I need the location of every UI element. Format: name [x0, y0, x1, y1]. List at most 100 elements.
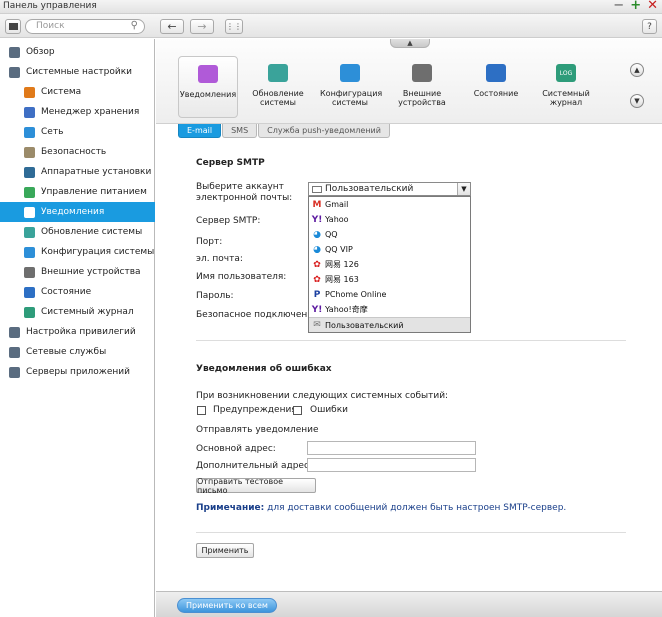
account-option[interactable]: Y! Yahoo: [309, 212, 470, 227]
sidebar-item-15[interactable]: Сетевые службы: [0, 342, 155, 362]
sidebar-item-icon: [24, 226, 35, 238]
app-label: Уведомления: [179, 90, 237, 99]
sidebar-item-label: Сеть: [41, 127, 64, 137]
sidebar-item-4[interactable]: Сеть: [0, 122, 155, 142]
account-option-label: Yahoo: [325, 215, 349, 224]
sidebar-item-label: Система: [41, 87, 82, 97]
sidebar-item-10[interactable]: Конфигурация системы: [0, 242, 155, 262]
sidebar-item-icon: [9, 66, 20, 78]
sidebar-item-0[interactable]: Обзор: [0, 42, 155, 62]
arrow-left-icon: ←: [167, 20, 177, 33]
app-monitor[interactable]: Состояние: [466, 56, 526, 118]
sidebar-item-1[interactable]: Системные настройки: [0, 62, 155, 82]
chevron-down-icon[interactable]: ▼: [457, 183, 470, 195]
app-label: Обновление системы: [252, 89, 304, 107]
forward-button[interactable]: →: [190, 19, 214, 34]
menu-icon: [8, 23, 18, 30]
help-icon: ?: [647, 21, 652, 32]
account-option[interactable]: ✉ Пользовательский: [309, 317, 470, 332]
sidebar-item-icon: [24, 246, 35, 258]
send-test-email-button[interactable]: Отправить тестовое письмо: [196, 477, 316, 495]
app-drive[interactable]: Внешние устройства: [392, 56, 452, 118]
sidebar-item-8[interactable]: Уведомления: [0, 202, 155, 222]
sidebar-item-14[interactable]: Настройка привилегий: [0, 322, 155, 342]
arrow-right-icon: →: [197, 20, 207, 33]
sidebar-item-label: Внешние устройства: [41, 267, 141, 277]
search-icon[interactable]: ⚲: [131, 20, 138, 31]
account-option[interactable]: P PChome Online: [309, 287, 470, 302]
app-update[interactable]: Обновление системы: [248, 56, 308, 118]
secure-connection-label: Безопасное подключение:: [196, 310, 322, 320]
maximize-icon[interactable]: +: [630, 0, 641, 13]
back-button[interactable]: ←: [160, 19, 184, 34]
tab-bar: E-mail SMS Служба push-уведомлений: [178, 124, 391, 138]
sidebar-item-13[interactable]: Системный журнал: [0, 302, 155, 322]
chevron-down-icon: ▼: [634, 97, 640, 105]
app-log[interactable]: LOG Системный журнал: [536, 56, 596, 118]
sidebar-item-11[interactable]: Внешние устройства: [0, 262, 155, 282]
sidebar-item-5[interactable]: Безопасность: [0, 142, 155, 162]
account-option-label: PChome Online: [325, 290, 387, 299]
scroll-up-button[interactable]: ▲: [630, 63, 644, 77]
chevron-up-icon: ▲: [407, 39, 413, 47]
account-option-label: 网易 126: [325, 260, 359, 269]
sidebar-item-7[interactable]: Управление питанием: [0, 182, 155, 202]
tab-1[interactable]: SMS: [222, 124, 258, 138]
menu-button[interactable]: [5, 19, 21, 34]
account-option[interactable]: ◕ QQ: [309, 227, 470, 242]
errors-checkbox[interactable]: [293, 406, 302, 415]
account-option-label: Gmail: [325, 200, 349, 209]
apply-button[interactable]: Применить: [196, 543, 254, 558]
tab-0[interactable]: E-mail: [178, 124, 222, 138]
sidebar-item-label: Системный журнал: [41, 307, 134, 317]
sidebar-item-9[interactable]: Обновление системы: [0, 222, 155, 242]
sidebar-item-label: Состояние: [41, 287, 92, 297]
collapse-toggle[interactable]: ▲: [390, 39, 430, 48]
app-config[interactable]: Конфигурация системы: [320, 56, 382, 118]
account-option-label: Пользовательский: [325, 320, 404, 330]
scroll-down-button[interactable]: ▼: [630, 94, 644, 108]
account-option[interactable]: ✿ 网易 163: [309, 272, 470, 287]
sidebar-item-icon: [24, 106, 35, 118]
minimize-icon[interactable]: −: [613, 0, 624, 13]
netease-126-icon: ✿: [313, 259, 321, 270]
sidebar-item-label: Уведомления: [41, 207, 105, 217]
search-field[interactable]: Поиск ⚲: [25, 19, 145, 34]
secondary-address-input[interactable]: [307, 458, 476, 472]
smtp-server-label: Сервер SMTP:: [196, 216, 261, 226]
sidebar-item-16[interactable]: Серверы приложений: [0, 362, 155, 382]
app-chat[interactable]: Уведомления: [178, 56, 238, 118]
config-icon: [337, 60, 363, 86]
sidebar-item-12[interactable]: Состояние: [0, 282, 155, 302]
account-option[interactable]: ◕ QQ VIP: [309, 242, 470, 257]
yahoo-icon: Y!: [311, 214, 323, 225]
section-divider: [196, 340, 626, 341]
warnings-checkbox[interactable]: [197, 406, 206, 415]
smtp-section-title: Сервер SMTP: [196, 158, 265, 168]
sidebar-item-label: Настройка привилегий: [26, 327, 136, 337]
primary-address-input[interactable]: [307, 441, 476, 455]
alerts-section-title: Уведомления об ошибках: [196, 364, 332, 374]
apply-all-button[interactable]: Применить ко всем: [177, 598, 277, 613]
account-option[interactable]: Y! Yahoo!奇摩: [309, 302, 470, 317]
note-text: для доставки сообщений должен быть настр…: [264, 503, 567, 513]
sidebar-item-icon: [24, 186, 35, 198]
help-button[interactable]: ?: [642, 19, 657, 34]
account-option-label: QQ VIP: [325, 245, 353, 254]
apps-button[interactable]: ⋮⋮: [225, 19, 243, 34]
monitor-icon: [483, 60, 509, 86]
account-option[interactable]: M Gmail: [309, 197, 470, 212]
grid-icon: ⋮⋮: [226, 22, 242, 31]
account-select[interactable]: Пользовательский ▼: [308, 182, 471, 196]
window-title: Панель управления: [3, 1, 97, 11]
port-label: Порт:: [196, 237, 223, 247]
account-option[interactable]: ✿ 网易 126: [309, 257, 470, 272]
sidebar-item-2[interactable]: Система: [0, 82, 155, 102]
account-option-label: QQ: [325, 230, 338, 239]
chat-icon: [195, 61, 221, 87]
sidebar-item-6[interactable]: Аппаратные установки: [0, 162, 155, 182]
sidebar-item-icon: [24, 126, 35, 138]
close-icon[interactable]: ✕: [647, 0, 658, 13]
tab-2[interactable]: Служба push-уведомлений: [258, 124, 390, 138]
sidebar-item-3[interactable]: Менеджер хранения: [0, 102, 155, 122]
